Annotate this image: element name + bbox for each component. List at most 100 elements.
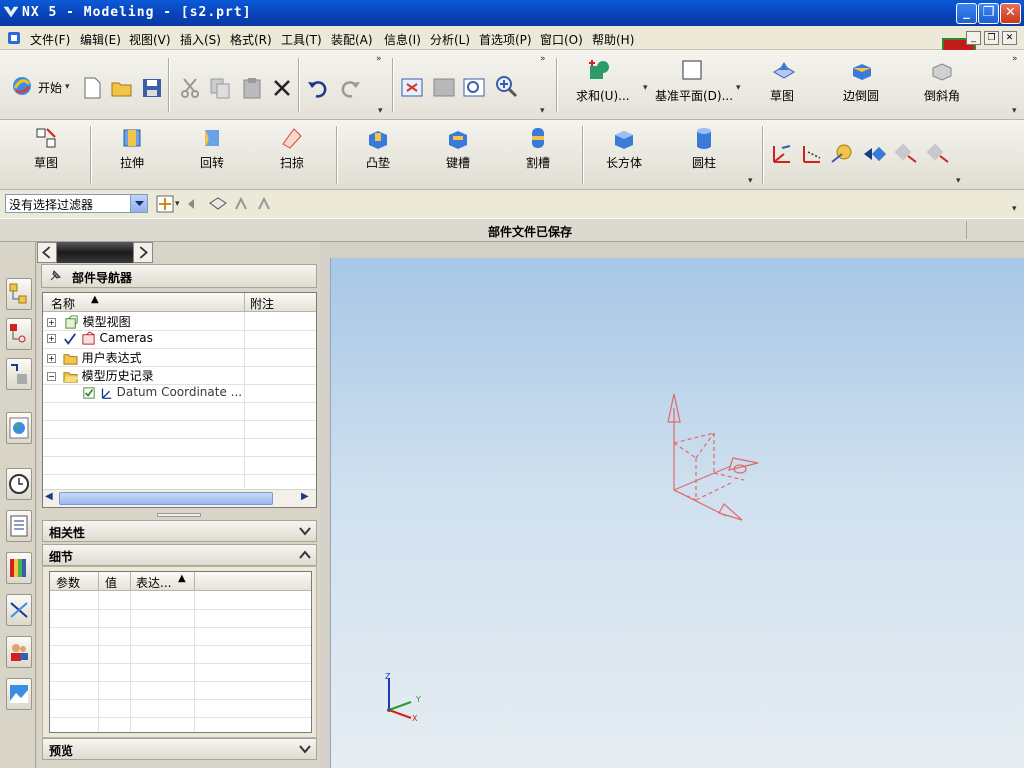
menu-format[interactable]: 格式(R) (230, 31, 272, 48)
expand-icon[interactable]: + (47, 318, 56, 327)
chevron-down-icon[interactable]: ▾ (65, 82, 70, 92)
point-set-icon[interactable] (862, 142, 886, 166)
boss-icon[interactable] (366, 126, 390, 150)
dependencies-panel-header[interactable]: 相关性 (42, 520, 317, 542)
horizontal-scrollbar[interactable]: ◀ ▶ (43, 489, 316, 507)
chamfer-icon[interactable] (930, 58, 954, 82)
tree-item-model-views[interactable]: + 模型视图 (47, 313, 131, 331)
tree-item-model-history[interactable]: − 模型历史记录 (47, 367, 154, 385)
expand-icon[interactable]: + (47, 354, 56, 363)
cylinder-button[interactable]: 圆柱 (692, 154, 716, 171)
revolve-button[interactable]: 回转 (200, 154, 224, 171)
boss-button[interactable]: 凸垫 (366, 154, 390, 171)
menu-insert[interactable]: 插入(S) (180, 31, 221, 48)
roles-tab[interactable] (6, 636, 32, 668)
fit-view-icon[interactable] (400, 76, 424, 100)
maximize-button[interactable]: ❐ (978, 3, 999, 24)
minimize-button[interactable]: _ (956, 3, 977, 24)
extrude-button[interactable]: 拉伸 (120, 154, 144, 171)
menu-preferences[interactable]: 首选项(P) (479, 31, 532, 48)
sketch-button[interactable]: 草图 (34, 154, 58, 171)
slot-button[interactable]: 键槽 (446, 154, 470, 171)
column-value-header[interactable]: 值 (105, 574, 117, 591)
new-file-icon[interactable] (80, 76, 104, 100)
menu-information[interactable]: 信息(I) (384, 31, 421, 48)
extrude-icon[interactable] (120, 126, 144, 150)
chevron-up-icon[interactable] (298, 548, 312, 562)
edge-blend-icon[interactable] (850, 58, 874, 82)
start-button[interactable]: 开始 (38, 79, 62, 96)
toolbar-options-icon[interactable]: ▾ (378, 106, 383, 116)
slot-icon[interactable] (446, 126, 470, 150)
tree-item-user-expressions[interactable]: + 用户表达式 (47, 349, 142, 367)
system-materials-tab[interactable] (6, 510, 32, 542)
tree-item-cameras[interactable]: + Cameras (47, 331, 153, 349)
groove-icon[interactable] (526, 126, 550, 150)
tree-item-datum-coordinate-system[interactable]: Datum Coordinate ... (83, 385, 242, 403)
assembly-navigator-tab[interactable] (6, 318, 32, 350)
groove-button[interactable]: 割槽 (526, 154, 550, 171)
palette-tab[interactable] (6, 552, 32, 584)
pin-icon[interactable] (48, 269, 62, 283)
navigator-tab-active[interactable] (57, 242, 133, 263)
toolbar-options-icon[interactable]: ▾ (540, 106, 545, 116)
block-icon[interactable] (612, 126, 636, 150)
sweep-icon[interactable] (280, 126, 304, 150)
selection-scope-icon[interactable] (155, 194, 175, 214)
column-parameter-header[interactable]: 参数 (56, 574, 80, 591)
deselect-all-icon[interactable] (185, 195, 203, 213)
undo-icon[interactable] (306, 76, 330, 100)
start-icon[interactable] (10, 74, 34, 98)
details-panel-header[interactable]: 细节 (42, 544, 317, 566)
type-filter-select[interactable]: 没有选择过滤器 (5, 194, 148, 213)
datum-axis-icon[interactable] (800, 142, 824, 166)
doc-minimize-button[interactable]: _ (966, 31, 981, 45)
chevron-down-icon[interactable] (298, 524, 312, 538)
zoom-in-icon[interactable] (494, 74, 518, 98)
toolbar-overflow-icon[interactable]: » (376, 54, 382, 64)
chevron-down-icon[interactable] (130, 195, 147, 212)
sweep-button[interactable]: 扫掠 (280, 154, 304, 171)
sketch-icon[interactable] (34, 126, 58, 150)
checkbox-checked-icon[interactable] (83, 386, 95, 399)
delete-icon[interactable] (270, 76, 294, 100)
datum-plane-icon[interactable] (680, 58, 704, 82)
process-studio-tab[interactable] (6, 594, 32, 626)
split-body-icon[interactable] (926, 142, 950, 166)
point-icon[interactable] (830, 142, 854, 166)
block-button[interactable]: 长方体 (606, 154, 642, 171)
toolbar-overflow-icon[interactable]: » (1012, 54, 1018, 64)
scroll-left-icon[interactable]: ◀ (45, 491, 53, 502)
unite-button[interactable]: 求和(U)... (576, 87, 630, 104)
column-notes-header[interactable]: 附注 (250, 295, 274, 312)
trim-body-icon[interactable] (894, 142, 918, 166)
panel-splitter[interactable] (157, 513, 201, 517)
zoom-window-icon[interactable] (432, 76, 456, 100)
open-folder-icon[interactable] (110, 76, 134, 100)
toolbar-options-icon[interactable]: ▾ (1012, 204, 1017, 214)
menu-view[interactable]: 视图(V) (129, 31, 171, 48)
unite-icon[interactable] (588, 58, 612, 82)
cylinder-icon[interactable] (692, 126, 716, 150)
edge-blend-button[interactable]: 边倒圆 (843, 87, 879, 104)
menu-tools[interactable]: 工具(T) (281, 31, 322, 48)
datum-csys-icon[interactable] (770, 142, 794, 166)
preview-panel-header[interactable]: 预览 (42, 738, 317, 760)
chevron-down-icon[interactable] (298, 742, 312, 756)
system-scenes-tab[interactable] (6, 678, 32, 710)
scroll-right-icon[interactable]: ▶ (301, 491, 309, 502)
toolbar-options-icon[interactable]: ▾ (748, 176, 753, 186)
select-features-icon[interactable] (208, 195, 228, 213)
snap-point-icon[interactable] (232, 195, 250, 213)
revolve-icon[interactable] (200, 126, 224, 150)
zoom-icon[interactable] (462, 76, 486, 100)
web-browser-tab[interactable] (6, 412, 32, 444)
column-name-header[interactable]: 名称 (51, 295, 75, 312)
menu-window[interactable]: 窗口(O) (540, 31, 583, 48)
chevron-down-icon[interactable]: ▾ (175, 199, 180, 209)
menu-edit[interactable]: 编辑(E) (80, 31, 121, 48)
expand-icon[interactable]: + (47, 334, 56, 343)
menu-help[interactable]: 帮助(H) (592, 31, 634, 48)
sketch-icon[interactable] (772, 58, 796, 82)
redo-icon[interactable] (338, 76, 362, 100)
